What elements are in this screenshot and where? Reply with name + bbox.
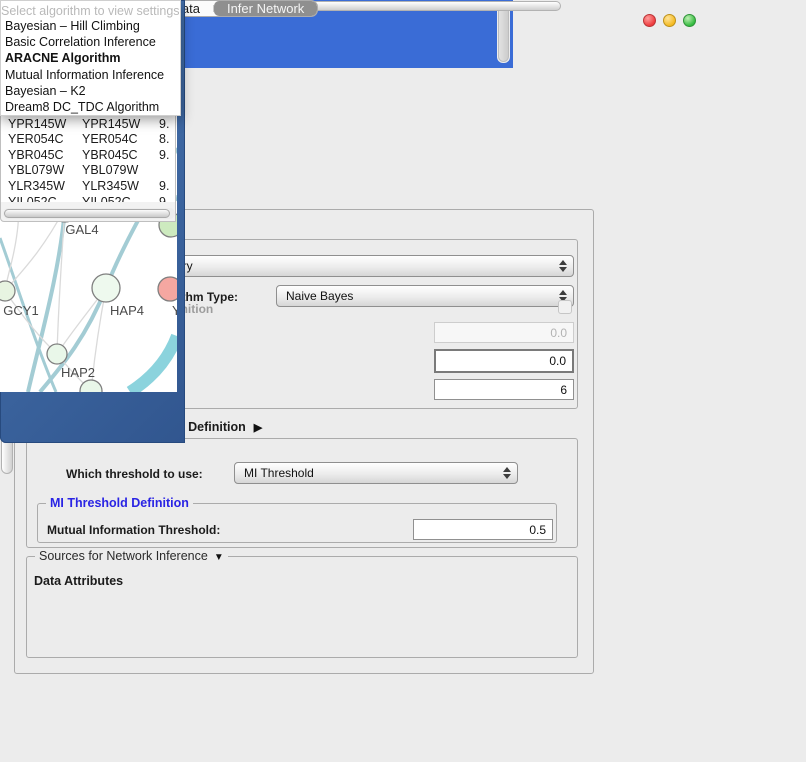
table-horizontal-scrollbar[interactable] [3, 208, 175, 219]
network-node[interactable] [80, 380, 102, 392]
which-threshold-combo[interactable]: MI Threshold [234, 462, 518, 484]
network-node-y[interactable] [158, 277, 177, 301]
node-label-y: Y [172, 303, 177, 318]
mi-threshold-field[interactable]: 0.5 [413, 519, 553, 540]
manual-kernel-checkbox[interactable] [558, 300, 572, 314]
network-node-hap2[interactable] [47, 344, 67, 364]
table-cell: YLR345W [77, 179, 156, 193]
table-cell: YIL052C [1, 195, 77, 202]
window-close-button[interactable] [643, 14, 656, 27]
which-threshold-value: MI Threshold [244, 466, 314, 480]
table-row[interactable]: YIL052CYIL052C9. [1, 194, 175, 202]
which-threshold-label: Which threshold to use: [66, 467, 203, 481]
sources-legend-text: Sources for Network Inference [39, 549, 208, 563]
tab-label: Infer Network [227, 1, 304, 16]
algorithm-dropdown-popup: Select algorithm to view settings Bayesi… [0, 0, 181, 116]
table-cell: YBR045C [1, 148, 77, 162]
table-cell: 8. [156, 132, 169, 146]
table-cell: 9. [156, 195, 169, 202]
mi-threshold-label: Mutual Information Threshold: [47, 523, 220, 537]
table-row[interactable]: YBL079WYBL079W [1, 163, 175, 179]
triangle-down-icon: ▼ [214, 552, 224, 563]
table-row[interactable]: YBR045CYBR045C9. [1, 147, 175, 163]
table-cell: YBL079W [1, 163, 77, 177]
node-label-gcy1: GCY1 [3, 303, 38, 318]
mi-threshold-value: 0.5 [529, 523, 546, 537]
table-cell: YPR145W [77, 117, 156, 131]
kernel-width-field[interactable]: 0.0 [434, 322, 574, 343]
table-cell: YER054C [77, 132, 156, 146]
window-minimize-button[interactable] [663, 14, 676, 27]
chevron-updown-icon [559, 260, 567, 272]
algorithm-option-aracne-algorithm[interactable]: ARACNE Algorithm [1, 50, 180, 66]
mi-type-value: Naive Bayes [286, 289, 353, 303]
table-cell: 9. [156, 148, 169, 162]
algorithm-option-bayesian-k2[interactable]: Bayesian – K2 [1, 83, 180, 99]
mi-type-combo[interactable]: Naive Bayes [276, 285, 574, 307]
table-cell: 9. [156, 117, 169, 131]
kernel-width-value: 0.0 [550, 326, 567, 340]
network-node-hap4[interactable] [92, 274, 120, 302]
window-zoom-button[interactable] [683, 14, 696, 27]
arrow-right-icon: ▶ [254, 421, 262, 434]
network-node-gcy1[interactable] [0, 281, 15, 301]
table-cell: 9. [156, 179, 169, 193]
table-row[interactable]: YLR345WYLR345W9. [1, 178, 175, 194]
chevron-updown-icon [503, 467, 511, 479]
sources-group: Sources for Network Inference▼ [26, 556, 578, 658]
table-row[interactable]: YER054CYER054C8. [1, 131, 175, 147]
table-cell: YLR345W [1, 179, 77, 193]
mi-steps-field[interactable]: 6 [434, 379, 574, 400]
sources-legend[interactable]: Sources for Network Inference ▼ [35, 549, 228, 563]
aracne-mode-combo[interactable]: Discovery [130, 255, 574, 277]
table-cell: YBR045C [77, 148, 156, 162]
mi-steps-value: 6 [560, 383, 567, 397]
node-label-hap4: HAP4 [110, 303, 144, 318]
algorithm-option-mutual-information-inference[interactable]: Mutual Information Inference [1, 67, 180, 83]
node-label-gal4: GAL4 [65, 222, 98, 237]
table-cell: YPR145W [1, 117, 77, 131]
node-label-hap2: HAP2 [61, 365, 95, 380]
mi-threshold-legend: MI Threshold Definition [46, 496, 193, 510]
algorithm-option-basic-correlation-inference[interactable]: Basic Correlation Inference [1, 34, 180, 50]
dpi-tolerance-value: 0.0 [549, 354, 566, 368]
tab-infer-network[interactable]: Infer Network [214, 1, 317, 16]
table-cell: YER054C [1, 132, 77, 146]
algorithm-option-dream8-dc-tdc-algorithm[interactable]: Dream8 DC_TDC Algorithm [1, 99, 180, 115]
algorithm-placeholder: Select algorithm to view settings [1, 1, 180, 18]
algorithm-option-bayesian-hill-climbing[interactable]: Bayesian – Hill Climbing [1, 18, 180, 34]
table-row[interactable]: YPR145WYPR145W9. [1, 116, 175, 132]
table-cell: YIL052C [77, 195, 156, 202]
table-cell: YBL079W [77, 163, 156, 177]
data-attributes-label: Data Attributes [34, 574, 123, 588]
dpi-tolerance-field[interactable]: 0.0 [434, 349, 574, 373]
